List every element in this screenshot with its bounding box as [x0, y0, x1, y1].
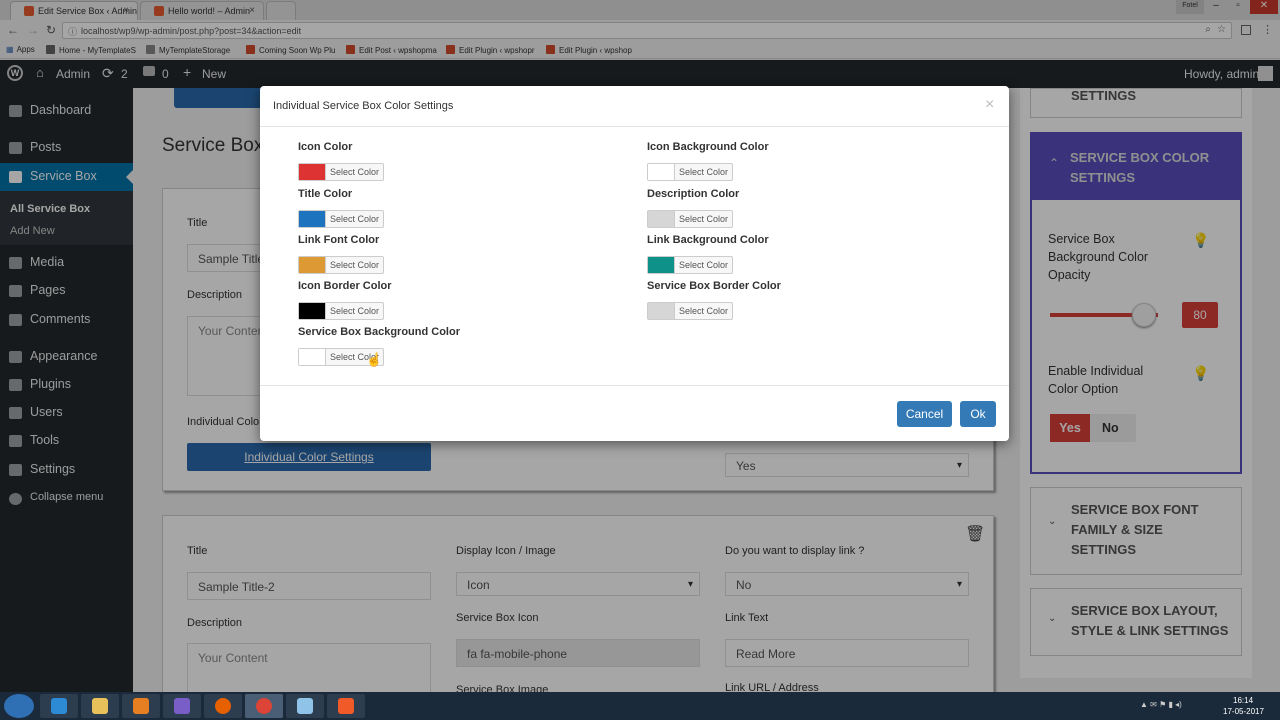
modal-header-divider: [260, 126, 1009, 127]
color-swatch: [648, 211, 675, 227]
taskbar-ie[interactable]: [40, 694, 78, 718]
ok-button[interactable]: Ok: [960, 401, 996, 427]
windows-taskbar: ▲ ✉ ⚑ ▮ ◂) 16:14 17-05-2017: [0, 692, 1280, 720]
taskbar-app[interactable]: [286, 694, 324, 718]
taskbar-media[interactable]: [122, 694, 160, 718]
close-icon[interactable]: ×: [985, 96, 994, 114]
modal-title: Individual Service Box Color Settings: [273, 100, 454, 112]
icon-color-label: Icon Color: [298, 141, 353, 153]
title-color-label: Title Color: [298, 188, 353, 200]
link-font-color-picker[interactable]: Select Color: [298, 256, 384, 274]
clock-time[interactable]: 16:14: [1233, 696, 1253, 705]
taskbar-chrome[interactable]: [245, 694, 283, 718]
color-swatch: [299, 349, 326, 365]
color-swatch: [648, 303, 675, 319]
description-color-label: Description Color: [647, 188, 740, 200]
select-color-label: Select Color: [679, 306, 729, 316]
chrome-icon: [256, 698, 272, 714]
service-box-border-color-picker[interactable]: Select Color: [647, 302, 733, 320]
taskbar-explorer[interactable]: [81, 694, 119, 718]
icon-border-color-picker[interactable]: Select Color: [298, 302, 384, 320]
clock-date[interactable]: 17-05-2017: [1223, 707, 1264, 716]
firefox-icon: [215, 698, 231, 714]
visual-studio-icon: [174, 698, 190, 714]
description-color-picker[interactable]: Select Color: [647, 210, 733, 228]
icon-background-color-label: Icon Background Color: [647, 141, 769, 153]
color-swatch: [299, 164, 326, 180]
service-box-border-color-label: Service Box Border Color: [647, 280, 781, 292]
start-button[interactable]: [4, 694, 34, 718]
tray-icons[interactable]: ▲ ✉ ⚑ ▮ ◂): [1140, 700, 1182, 709]
select-color-label: Select Color: [330, 167, 380, 177]
mouse-cursor-icon: ☝: [366, 352, 383, 367]
select-color-label: Select Color: [679, 260, 729, 270]
taskbar-firefox[interactable]: [204, 694, 242, 718]
link-font-color-label: Link Font Color: [298, 234, 380, 246]
select-color-label: Select Color: [679, 167, 729, 177]
individual-color-settings-modal: Individual Service Box Color Settings × …: [260, 86, 1009, 441]
link-background-color-picker[interactable]: Select Color: [647, 256, 733, 274]
color-swatch: [299, 211, 326, 227]
ie-icon: [51, 698, 67, 714]
icon-background-color-picker[interactable]: Select Color: [647, 163, 733, 181]
link-background-color-label: Link Background Color: [647, 234, 769, 246]
title-color-picker[interactable]: Select Color: [298, 210, 384, 228]
color-swatch: [648, 257, 675, 273]
cancel-button[interactable]: Cancel: [897, 401, 952, 427]
app-icon: [297, 698, 313, 714]
color-swatch: [299, 257, 326, 273]
color-swatch: [648, 164, 675, 180]
color-swatch: [299, 303, 326, 319]
folder-icon: [92, 698, 108, 714]
media-player-icon: [133, 698, 149, 714]
app-icon: [338, 698, 354, 714]
select-color-label: Select Color: [330, 260, 380, 270]
taskbar-visual-studio[interactable]: [163, 694, 201, 718]
icon-color-picker[interactable]: Select Color: [298, 163, 384, 181]
service-box-background-color-label: Service Box Background Color: [298, 326, 460, 338]
select-color-label: Select Color: [330, 214, 380, 224]
select-color-label: Select Color: [679, 214, 729, 224]
icon-border-color-label: Icon Border Color: [298, 280, 392, 292]
select-color-label: Select Color: [330, 306, 380, 316]
taskbar-app-2[interactable]: [327, 694, 365, 718]
modal-footer-divider: [260, 385, 1009, 386]
